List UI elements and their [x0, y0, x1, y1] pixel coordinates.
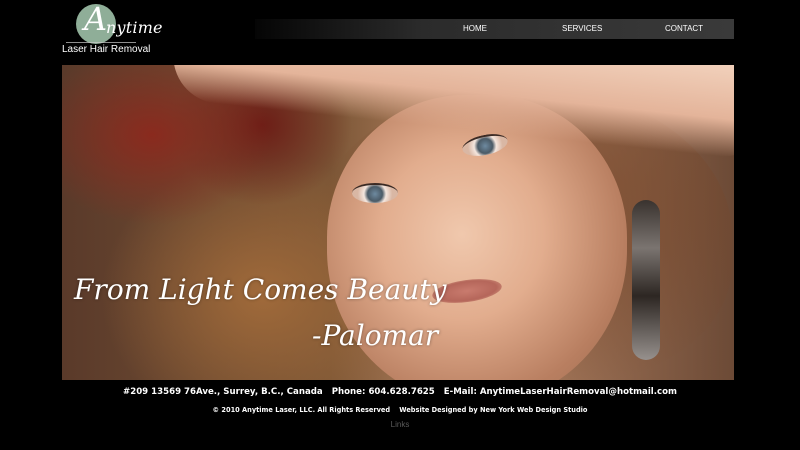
footer-credit-line: © 2010 Anytime Laser, LLC. All Rights Re… [0, 406, 800, 414]
footer-phone-label: Phone: [331, 387, 366, 397]
logo-script-text: nytime [106, 18, 163, 37]
site-logo[interactable]: A nytime Laser Hair Removal [62, 0, 172, 60]
footer-contact-line: #209 13569 76Ave., Surrey, B.C., Canada … [0, 387, 800, 397]
hero-earring [632, 200, 660, 360]
hero-banner: From Light Comes Beauty -Palomar [62, 65, 734, 380]
hero-eye-left [352, 183, 398, 203]
footer-copyright: © 2010 Anytime Laser, LLC. All Rights Re… [212, 406, 391, 414]
logo-subtitle: Laser Hair Removal [62, 44, 151, 55]
nav-home-link[interactable]: HOME [463, 19, 487, 39]
main-nav: HOME SERVICES CONTACT [255, 19, 734, 39]
logo-initial: A [84, 0, 108, 38]
footer-email-link[interactable]: AnytimeLaserHairRemoval@hotmail.com [480, 387, 677, 397]
hero-quote: From Light Comes Beauty [74, 273, 447, 306]
footer-designer-link[interactable]: Website Designed by New York Web Design … [399, 406, 587, 414]
footer-phone: 604.628.7625 [368, 387, 435, 397]
nav-contact-link[interactable]: CONTACT [665, 19, 703, 39]
footer-address: #209 13569 76Ave., Surrey, B.C., Canada [123, 387, 323, 397]
footer-links-link[interactable]: Links [0, 420, 800, 429]
logo-swash [66, 42, 136, 43]
hero-quote-author: -Palomar [312, 319, 439, 352]
nav-services-link[interactable]: SERVICES [562, 19, 602, 39]
footer-email-label: E-Mail: [443, 387, 477, 397]
